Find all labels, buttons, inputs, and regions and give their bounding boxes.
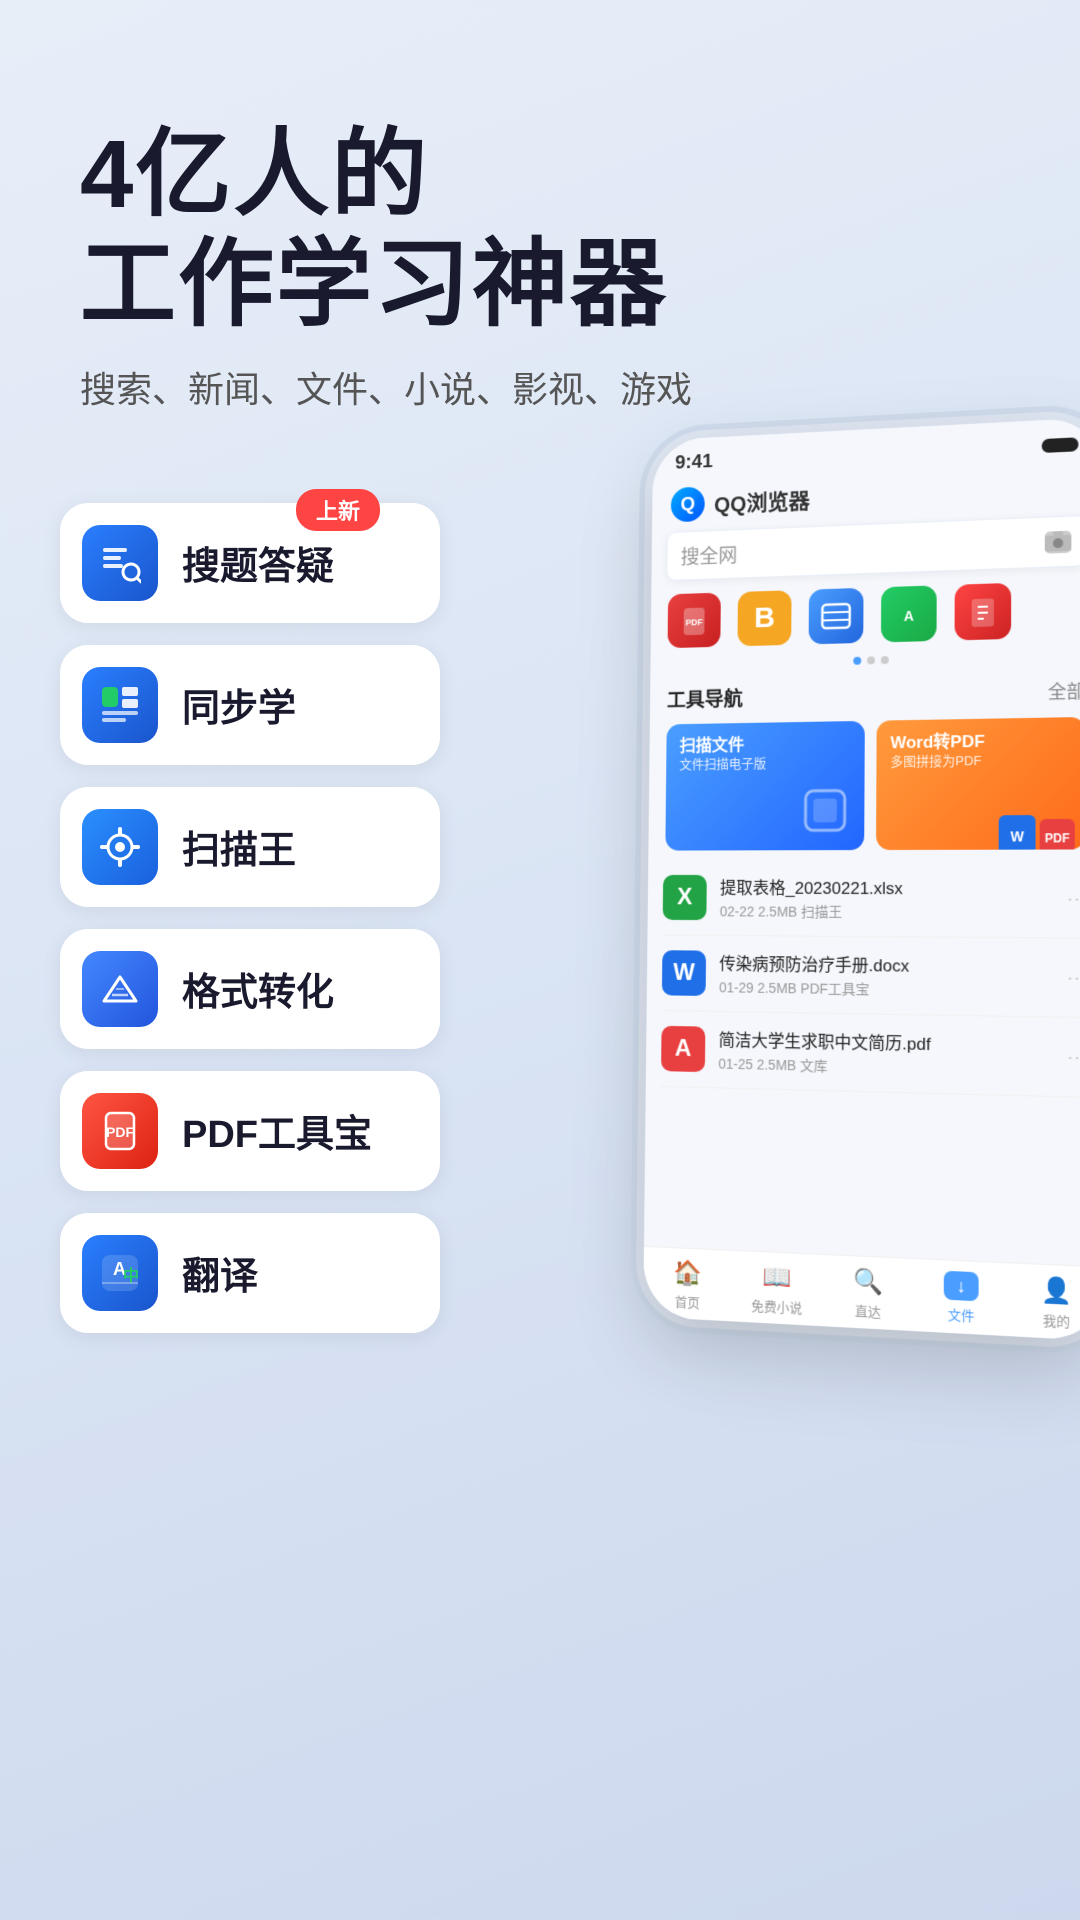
file-item-2[interactable]: A 简洁大学生求职中文简历.pdf 01-25 2.5MB 文库 ⋯ xyxy=(661,1011,1080,1098)
search-qa-icon xyxy=(82,525,158,601)
tool-nav-title: 工具导航 xyxy=(667,683,743,713)
tool-card-scan-text: 扫描文件 文件扫描电子版 xyxy=(679,734,766,773)
sync-study-icon xyxy=(82,667,158,743)
dot-2 xyxy=(867,656,875,664)
hero-title: 4亿人的 工作学习神器 xyxy=(80,120,1000,341)
feature-list: 上新 搜题答疑 xyxy=(60,503,440,1333)
file-name-2: 简洁大学生求职中文简历.pdf xyxy=(719,1026,1053,1058)
file-meta-2: 01-25 2.5MB 文库 xyxy=(718,1053,1052,1081)
feature-item-pdf-tool[interactable]: PDF PDF工具宝 xyxy=(60,1071,440,1191)
svg-text:PDF: PDF xyxy=(106,1124,134,1140)
file-more-1[interactable]: ⋯ xyxy=(1067,965,1080,991)
feature-label-scan-king: 扫描王 xyxy=(182,819,296,874)
svg-text:A: A xyxy=(904,608,914,624)
phone-screen: 9:41 Q QQ浏览器 搜全网 xyxy=(643,417,1080,1341)
file-more-0[interactable]: ⋯ xyxy=(1067,886,1080,912)
nav-mine-label: 我的 xyxy=(1043,1310,1070,1331)
badge-new: 上新 xyxy=(296,489,380,531)
file-meta-1: 01-29 2.5MB PDF工具宝 xyxy=(719,977,1052,1002)
feature-item-search-qa[interactable]: 上新 搜题答疑 xyxy=(60,503,440,623)
scan-king-icon xyxy=(82,809,158,885)
phone-search-camera-icon xyxy=(1045,530,1072,553)
feature-label-pdf-tool: PDF工具宝 xyxy=(182,1103,372,1158)
file-icon-docx: W xyxy=(662,950,706,996)
tool-cards: 扫描文件 文件扫描电子版 Word转PDF 多图拼接为PDF xyxy=(665,717,1080,851)
mine-icon: 👤 xyxy=(1041,1275,1072,1307)
feature-item-format-convert[interactable]: 格式转化 xyxy=(60,929,440,1049)
app-icon-green[interactable]: A xyxy=(881,585,937,642)
novel-icon: 📖 xyxy=(762,1262,792,1293)
feature-label-format-convert: 格式转化 xyxy=(182,961,334,1016)
nav-mine[interactable]: 👤 我的 xyxy=(1008,1273,1080,1332)
phone-bottom-nav: 🏠 首页 📖 免费小说 🔍 直达 ↓ 文件 👤 我的 xyxy=(643,1246,1080,1341)
qq-browser-logo: Q xyxy=(671,486,705,522)
file-name-1: 传染病预防治疗手册.docx xyxy=(719,950,1052,979)
svg-text:PDF: PDF xyxy=(686,617,704,627)
dot-1 xyxy=(853,657,861,665)
nav-novel[interactable]: 📖 免费小说 xyxy=(732,1261,823,1318)
phone-mockup: 9:41 Q QQ浏览器 搜全网 xyxy=(643,417,1080,1341)
svg-text:中: 中 xyxy=(123,1266,139,1285)
nav-home[interactable]: 🏠 首页 xyxy=(643,1257,732,1313)
nav-home-label: 首页 xyxy=(675,1291,700,1311)
format-convert-icon xyxy=(82,951,158,1027)
app-icon-yellow[interactable]: B xyxy=(737,590,791,646)
dot-3 xyxy=(881,656,889,664)
home-icon: 🏠 xyxy=(673,1258,702,1288)
tool-card-word[interactable]: Word转PDF 多图拼接为PDF W PDF xyxy=(876,717,1080,850)
phone-app-icons: PDF B A xyxy=(651,580,1080,658)
file-name-0: 提取表格_20230221.xlsx xyxy=(720,874,1052,900)
file-info-0: 提取表格_20230221.xlsx 02-22 2.5MB 扫描王 xyxy=(720,874,1052,923)
zhida-icon: 🔍 xyxy=(853,1266,883,1297)
nav-zhida-label: 直达 xyxy=(855,1300,881,1321)
feature-item-translate[interactable]: A 中 翻译 xyxy=(60,1213,440,1333)
nav-files[interactable]: ↓ 文件 xyxy=(914,1269,1008,1327)
feature-label-search-qa: 搜题答疑 xyxy=(182,535,334,590)
feature-label-sync-study: 同步学 xyxy=(182,677,296,732)
tool-nav-all[interactable]: 全部 xyxy=(1048,677,1080,704)
phone-time: 9:41 xyxy=(675,450,713,474)
phone-search-text: 搜全网 xyxy=(681,527,1045,569)
app-icon-pdf[interactable]: PDF xyxy=(668,592,721,648)
nav-files-label: 文件 xyxy=(948,1304,975,1325)
file-more-2[interactable]: ⋯ xyxy=(1067,1044,1080,1070)
file-icon-xlsx: X xyxy=(663,875,707,920)
qq-browser-title: QQ浏览器 xyxy=(714,483,810,518)
tool-navigation: 工具导航 全部 扫描文件 文件扫描电子版 xyxy=(648,669,1080,860)
feature-item-sync-study[interactable]: 同步学 xyxy=(60,645,440,765)
features-section: 上新 搜题答疑 xyxy=(0,453,1080,1333)
pdf-tool-icon: PDF xyxy=(82,1093,158,1169)
hero-subtitle: 搜索、新闻、文件、小说、影视、游戏 xyxy=(80,361,1000,413)
nav-novel-label: 免费小说 xyxy=(751,1295,802,1317)
feature-label-translate: 翻译 xyxy=(182,1245,258,1300)
file-info-1: 传染病预防治疗手册.docx 01-29 2.5MB PDF工具宝 xyxy=(719,950,1052,1002)
file-meta-0: 02-22 2.5MB 扫描王 xyxy=(720,901,1052,923)
tool-nav-header: 工具导航 全部 xyxy=(667,675,1080,712)
app-icon-blue[interactable] xyxy=(809,588,864,645)
file-info-2: 简洁大学生求职中文简历.pdf 01-25 2.5MB 文库 xyxy=(718,1026,1052,1082)
file-list: X 提取表格_20230221.xlsx 02-22 2.5MB 扫描王 ⋯ W… xyxy=(646,859,1080,1098)
app-icon-red2[interactable] xyxy=(955,583,1012,641)
translate-icon: A 中 xyxy=(82,1235,158,1311)
tool-card-word-text: Word转PDF 多图拼接为PDF xyxy=(890,731,984,771)
phone-camera xyxy=(1042,437,1079,453)
files-icon: ↓ xyxy=(944,1270,979,1301)
feature-item-scan-king[interactable]: 扫描王 xyxy=(60,787,440,907)
tool-card-scan[interactable]: 扫描文件 文件扫描电子版 xyxy=(665,721,864,851)
file-item-0[interactable]: X 提取表格_20230221.xlsx 02-22 2.5MB 扫描王 ⋯ xyxy=(663,859,1080,938)
hero-section: 4亿人的 工作学习神器 搜索、新闻、文件、小说、影视、游戏 xyxy=(0,0,1080,453)
nav-zhida[interactable]: 🔍 直达 xyxy=(822,1265,914,1323)
file-icon-pdf: A xyxy=(661,1026,705,1072)
file-item-1[interactable]: W 传染病预防治疗手册.docx 01-29 2.5MB PDF工具宝 ⋯ xyxy=(662,935,1080,1018)
